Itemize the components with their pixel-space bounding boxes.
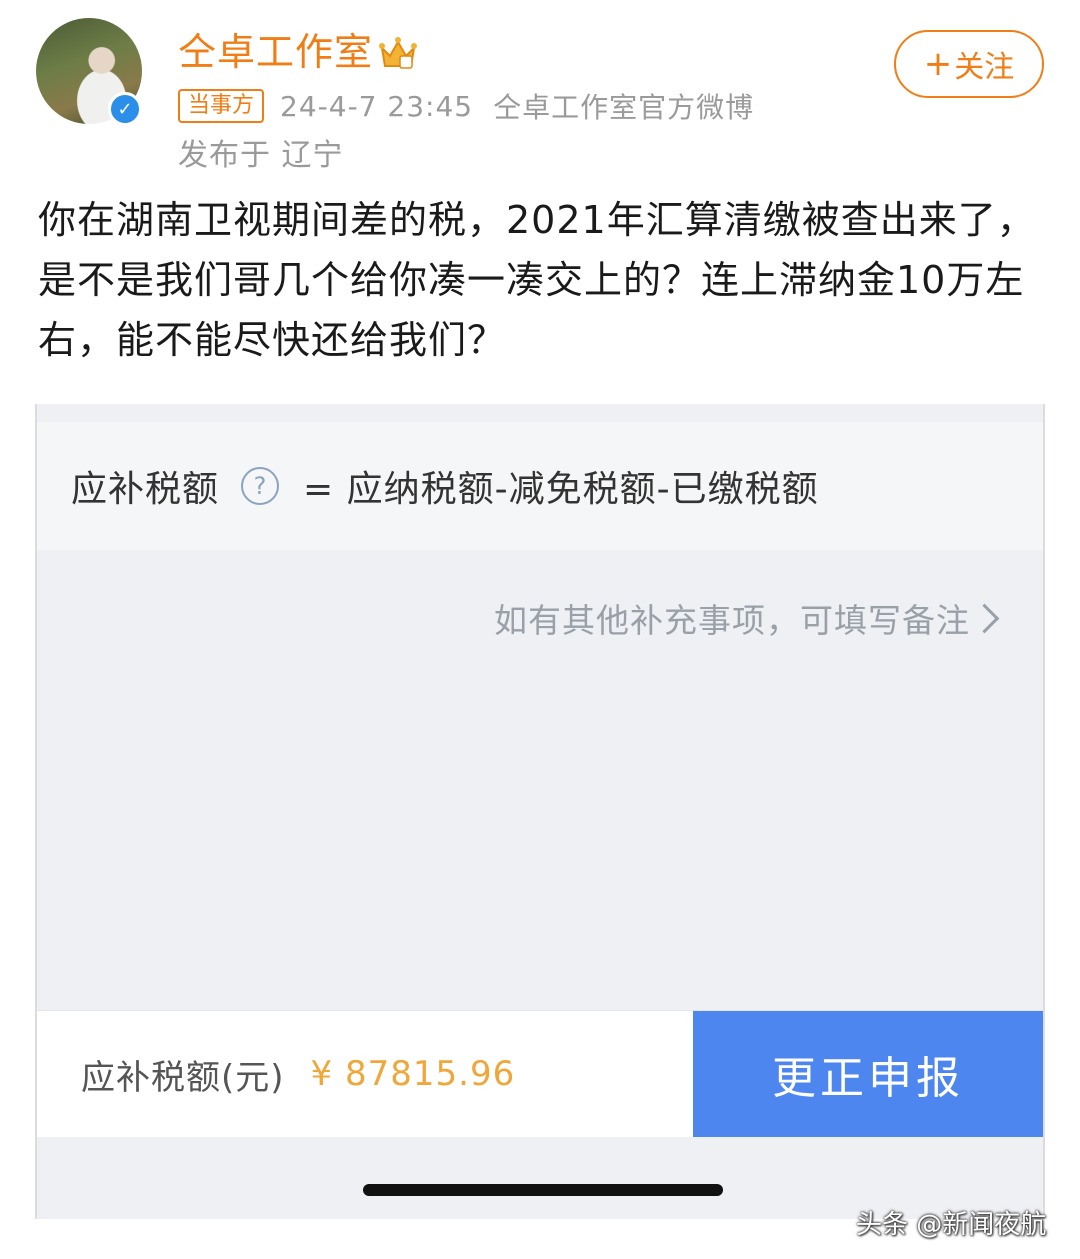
correct-declaration-button[interactable]: 更正申报	[693, 1011, 1043, 1137]
post-source: 仝卓工作室官方微博	[493, 91, 755, 124]
party-tag: 当事方	[178, 89, 265, 123]
watermark: 头条 @新闻夜航	[856, 1210, 1047, 1240]
note-placeholder: 如有其他补充事项，可填写备注	[494, 601, 970, 640]
crown-icon	[379, 37, 417, 69]
formula-text: = 应纳税额-减免税额-已缴税额	[303, 469, 819, 510]
question-icon[interactable]: ?	[241, 467, 280, 505]
formula-row: 应补税额 ? = 应纳税额-减免税额-已缴税额	[37, 422, 1043, 550]
tax-app-screenshot: 应补税额 ? = 应纳税额-减免税额-已缴税额 如有其他补充事项，可填写备注 应…	[35, 404, 1045, 1219]
formula-label: 应补税额	[71, 469, 220, 510]
amount-value: ¥ 87815.96	[310, 1054, 516, 1094]
post-meta: 当事方 24-4-7 23:45 仝卓工作室官方微博	[178, 86, 754, 126]
note-link[interactable]: 如有其他补充事项，可填写备注	[494, 594, 1000, 642]
bottom-bar: 应补税额(元) ¥ 87815.96 更正申报	[37, 1010, 1043, 1137]
post-location: 发布于 辽宁	[178, 138, 344, 173]
weibo-post: ✓ 仝卓工作室 + 关注 当事方 24-4-7 23:45 仝卓工作室官方微博 …	[0, 0, 1080, 390]
verified-badge-icon: ✓	[108, 92, 142, 126]
home-indicator	[363, 1184, 723, 1196]
chevron-right-icon	[969, 603, 1000, 633]
plus-icon: +	[923, 44, 953, 84]
follow-label: 关注	[954, 50, 1015, 85]
post-timestamp: 24-4-7 23:45	[280, 89, 474, 123]
username[interactable]: 仝卓工作室	[178, 28, 373, 76]
follow-button[interactable]: + 关注	[894, 30, 1044, 98]
amount-label: 应补税额(元)	[81, 1057, 285, 1098]
post-text: 你在湖南卫视期间差的税，2021年汇算清缴被查出来了，是不是我们哥几个给你凑一凑…	[38, 198, 1036, 362]
